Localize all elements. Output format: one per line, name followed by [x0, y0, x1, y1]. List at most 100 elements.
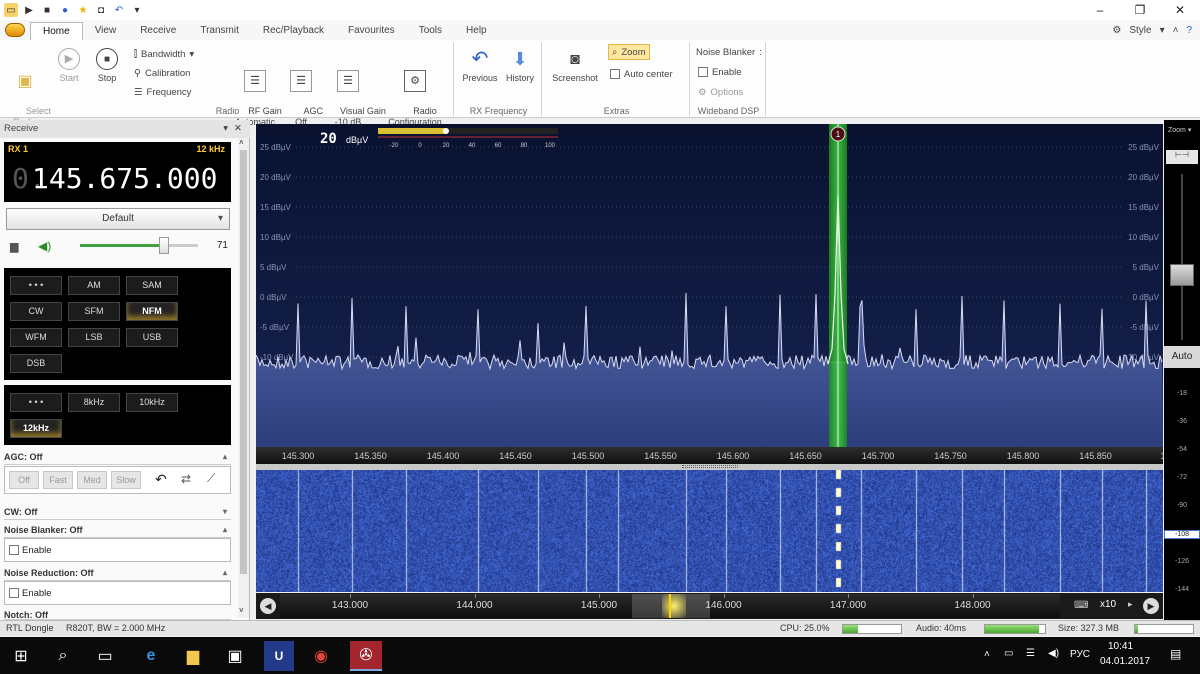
task-view-icon[interactable]: ▭ [90, 641, 120, 671]
mode-dsb-button[interactable]: DSB [10, 354, 62, 373]
notch-section-header[interactable]: Notch: Off [4, 610, 231, 620]
tab-home[interactable]: Home [30, 22, 83, 40]
volume-slider-thumb[interactable] [158, 237, 169, 254]
keyboard-icon[interactable]: ⌨ [1074, 600, 1088, 611]
overview-zoom-value[interactable]: x10 [1100, 599, 1116, 610]
favourite-star-icon[interactable]: ★ [76, 3, 90, 17]
scroll-down-icon[interactable]: ˅ [239, 606, 244, 615]
tray-app-icon[interactable]: ▭ [1004, 648, 1013, 659]
volume-track[interactable] [80, 244, 198, 247]
screenshot-button[interactable]: ◙ Screenshot [548, 48, 602, 84]
bandwidth-button[interactable]: ⫿ Bandwidth ▾ [134, 46, 194, 62]
windows-start-icon[interactable]: ⊞ [6, 641, 36, 671]
overview-band[interactable]: 143.000 144.000 145.000 146.000 147.000 148.0… [280, 594, 1060, 618]
mode-nfm-button[interactable]: NFM [126, 302, 178, 321]
waterfall-display[interactable] [256, 470, 1163, 592]
file-explorer-icon[interactable]: ▆ [178, 641, 208, 671]
tray-expand-icon[interactable]: ˄ [984, 649, 990, 660]
agc-link-icon[interactable]: ⇄ [181, 472, 191, 486]
frequency-axis[interactable]: 145.300 145.350 145.400 145.450 145.500 145.5… [256, 447, 1176, 464]
tab-transmit[interactable]: Transmit [188, 22, 251, 40]
agc-slow-button[interactable]: Slow [111, 471, 141, 489]
filter-10khz-button[interactable]: 10kHz [126, 393, 178, 412]
agc-reset-icon[interactable]: ↶ [155, 471, 167, 488]
scroll-left-icon[interactable]: ◀ [260, 598, 276, 614]
panel-close-icon[interactable]: ✕ [234, 120, 242, 138]
language-indicator[interactable]: РУС [1070, 649, 1090, 660]
uplay-icon[interactable]: U [264, 641, 294, 671]
mode-sam-button[interactable]: SAM [126, 276, 178, 295]
mode-am-button[interactable]: AM [68, 276, 120, 295]
agc-fast-button[interactable]: Fast [43, 471, 73, 489]
clock-date[interactable]: 04.01.2017 [1100, 656, 1150, 667]
app-folder-icon[interactable]: ▭ [4, 3, 18, 17]
ribbon-collapse-icon[interactable]: ˄ [1173, 22, 1179, 40]
tab-favourites[interactable]: Favourites [336, 22, 407, 40]
frequency-button[interactable]: ☰ Frequency [134, 84, 191, 100]
equalizer-icon[interactable]: ▆ [10, 240, 18, 253]
auto-center-checkbox[interactable]: Auto center [610, 66, 673, 82]
help-icon[interactable]: ? [1186, 22, 1192, 40]
options-button[interactable]: ⚙ Options [698, 84, 743, 100]
mode-lsb-button[interactable]: LSB [68, 328, 120, 347]
calibration-button[interactable]: ⚲ Calibration [134, 65, 190, 81]
panel-menu-icon[interactable]: ▾ [223, 120, 228, 138]
close-button[interactable]: ✕ [1160, 0, 1200, 20]
mode-sfm-button[interactable]: SFM [68, 302, 120, 321]
settings-gear-icon[interactable]: ⚙ [1112, 22, 1121, 40]
store-icon[interactable]: ▣ [220, 641, 250, 671]
mode-cw-button[interactable]: CW [10, 302, 62, 321]
spectrum-display[interactable]: 25 dBµV 25 dBµV 20 dBµV 20 dBµV 15 dBµV 15 dB… [255, 124, 1163, 447]
agc-off-button[interactable]: Off [9, 471, 39, 489]
noise-reduction-enable-checkbox[interactable]: Enable [4, 581, 231, 605]
customize-arrow-icon[interactable]: ▾ [130, 3, 144, 17]
style-dropdown-icon[interactable]: ▾ [1160, 22, 1165, 40]
minimize-button[interactable]: ‒ [1080, 0, 1120, 20]
previous-button[interactable]: ↶ Previous [460, 48, 500, 84]
mode-more-button[interactable]: • • • [10, 276, 62, 295]
undo-icon[interactable]: ↶ [112, 3, 126, 17]
app-menu-button[interactable] [0, 20, 30, 40]
scroll-up-icon[interactable]: ˄ [239, 138, 244, 147]
agc-section-header[interactable]: AGC: Off ▴ [4, 452, 231, 465]
frequency-display[interactable]: RX 1 12 kHz 0. 145.675.000 [4, 142, 231, 202]
noise-blanker-section-header[interactable]: Noise Blanker: Off ▴ [4, 525, 231, 538]
notification-icon[interactable]: ▤ [1170, 647, 1181, 661]
filter-more-button[interactable]: • • • [10, 393, 62, 412]
agc-med-button[interactable]: Med [77, 471, 107, 489]
chrome-icon[interactable]: ◉ [306, 641, 336, 671]
history-button[interactable]: ⬇ History [500, 48, 540, 84]
zoom-step-icon[interactable]: ▸ [1128, 599, 1133, 610]
clock-time[interactable]: 10:41 [1108, 641, 1133, 652]
zoom-slider-track[interactable] [1181, 174, 1183, 340]
agc-graph-icon[interactable]: ⟋ [207, 471, 215, 486]
tab-tools[interactable]: Tools [407, 22, 454, 40]
stop-icon[interactable]: ■ [40, 3, 54, 17]
noise-blanker-enable-checkbox[interactable]: Enable [698, 64, 742, 80]
filter-12khz-button[interactable]: 12kHz [10, 419, 62, 438]
zoom-toggle[interactable]: ⌕ Zoom [608, 44, 650, 60]
zoom-slider-thumb[interactable] [1170, 264, 1194, 286]
network-icon[interactable]: ☰ [1026, 648, 1035, 659]
speaker-icon[interactable]: ◀) [38, 239, 51, 253]
noise-blanker-enable-checkbox-left[interactable]: Enable [4, 538, 231, 562]
frequency-value[interactable]: 145.675.000 [32, 162, 217, 195]
tab-rec-playback[interactable]: Rec/Playback [251, 22, 336, 40]
start-button[interactable]: ▶ Start [52, 48, 86, 84]
search-icon[interactable]: ⌕ [48, 641, 78, 671]
stop-button[interactable]: ■ Stop [90, 48, 124, 84]
receive-panel-scrollbar[interactable]: ˄ ˅ [238, 138, 249, 618]
preset-dropdown[interactable]: Default ▾ [6, 208, 230, 230]
scroll-right-icon[interactable]: ▶ [1143, 598, 1159, 614]
volume-tray-icon[interactable]: ◀) [1048, 648, 1059, 659]
style-menu[interactable]: Style [1129, 22, 1151, 40]
maximize-button[interactable]: ❐ [1120, 0, 1160, 20]
edge-browser-icon[interactable]: e [136, 641, 166, 671]
filter-8khz-button[interactable]: 8kHz [68, 393, 120, 412]
auto-button[interactable]: Auto [1164, 346, 1200, 368]
tab-receive[interactable]: Receive [128, 22, 188, 40]
cw-section-header[interactable]: CW: Off ▾ [4, 507, 231, 520]
mode-wfm-button[interactable]: WFM [10, 328, 62, 347]
tab-help[interactable]: Help [454, 22, 499, 40]
scroll-thumb[interactable] [240, 150, 247, 574]
